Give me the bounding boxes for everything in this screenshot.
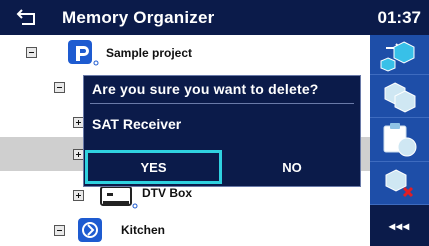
title-bar: Memory Organizer 01:37 — [0, 0, 429, 35]
project-icon — [68, 40, 99, 66]
add-node-icon — [380, 40, 414, 72]
tree-node-kitchen[interactable]: Kitchen — [0, 215, 370, 246]
clock: 01:37 — [377, 8, 421, 27]
collapse-icon[interactable] — [54, 225, 65, 236]
tree-node-label: Kitchen — [121, 223, 166, 237]
expand-icon[interactable] — [73, 190, 84, 201]
yes-button[interactable]: YES — [85, 150, 222, 184]
node-icon — [78, 218, 102, 242]
delete-confirm-dialog: Are you sure you want to delete? SAT Rec… — [83, 75, 361, 187]
collapse-icon[interactable] — [54, 82, 65, 93]
collapse-icon: ◂◂◂ — [388, 218, 411, 233]
page-title: Memory Organizer — [62, 8, 215, 27]
add-node-button[interactable] — [370, 35, 429, 75]
dialog-item-name: SAT Receiver — [92, 116, 182, 132]
dialog-divider — [90, 103, 354, 104]
sidebar: ◂◂◂ — [370, 35, 429, 246]
paste-icon — [383, 122, 416, 156]
back-arrow-icon[interactable] — [16, 7, 40, 27]
paste-button[interactable] — [370, 118, 429, 162]
delete-icon — [385, 169, 413, 198]
collapse-icon[interactable] — [26, 47, 37, 58]
tree-node-sample-project[interactable]: Sample project — [0, 35, 370, 69]
dialog-question: Are you sure you want to delete? — [92, 81, 319, 97]
clone-icon — [384, 82, 415, 113]
tree-node-label: Sample project — [106, 46, 193, 60]
collapse-sidebar-button[interactable]: ◂◂◂ — [370, 205, 429, 246]
delete-button[interactable] — [370, 162, 429, 205]
no-button[interactable]: NO — [224, 150, 360, 184]
clone-button[interactable] — [370, 75, 429, 118]
tree-node-label: DTV Box — [142, 186, 193, 200]
